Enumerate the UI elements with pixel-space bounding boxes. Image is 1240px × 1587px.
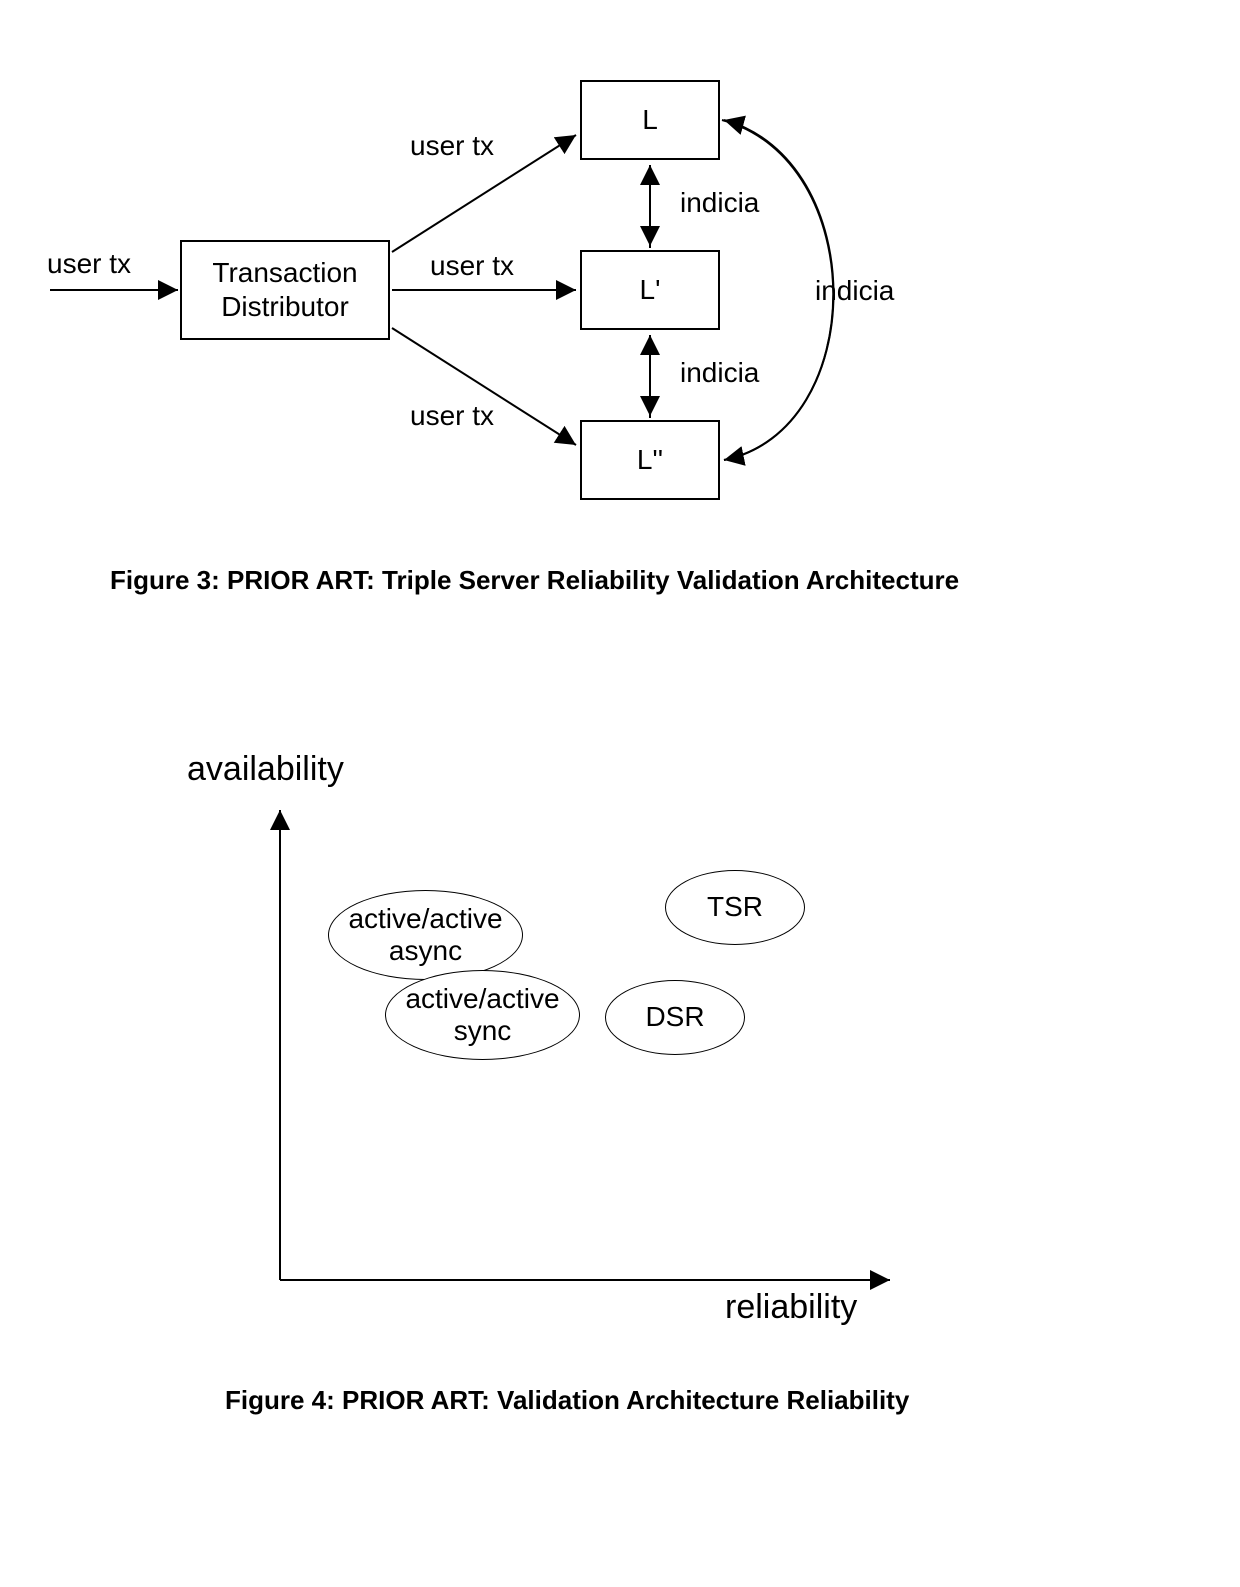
dsr-text: DSR — [645, 1001, 704, 1033]
tsr-text: TSR — [707, 891, 763, 923]
fig3-arrows — [0, 0, 1240, 600]
aa-sync-line2: sync — [454, 1015, 512, 1047]
aa-async-line1: active/active — [348, 903, 502, 935]
ellipse-tsr: TSR — [665, 870, 805, 945]
ellipse-active-active-sync: active/active sync — [385, 970, 580, 1060]
aa-async-line2: async — [389, 935, 462, 967]
fig4-axes — [0, 700, 1240, 1400]
aa-sync-line1: active/active — [405, 983, 559, 1015]
fig4-caption: Figure 4: PRIOR ART: Validation Architec… — [225, 1385, 909, 1416]
ellipse-active-active-async: active/active async — [328, 890, 523, 980]
fig3-caption: Figure 3: PRIOR ART: Triple Server Relia… — [110, 565, 959, 596]
ellipse-dsr: DSR — [605, 980, 745, 1055]
